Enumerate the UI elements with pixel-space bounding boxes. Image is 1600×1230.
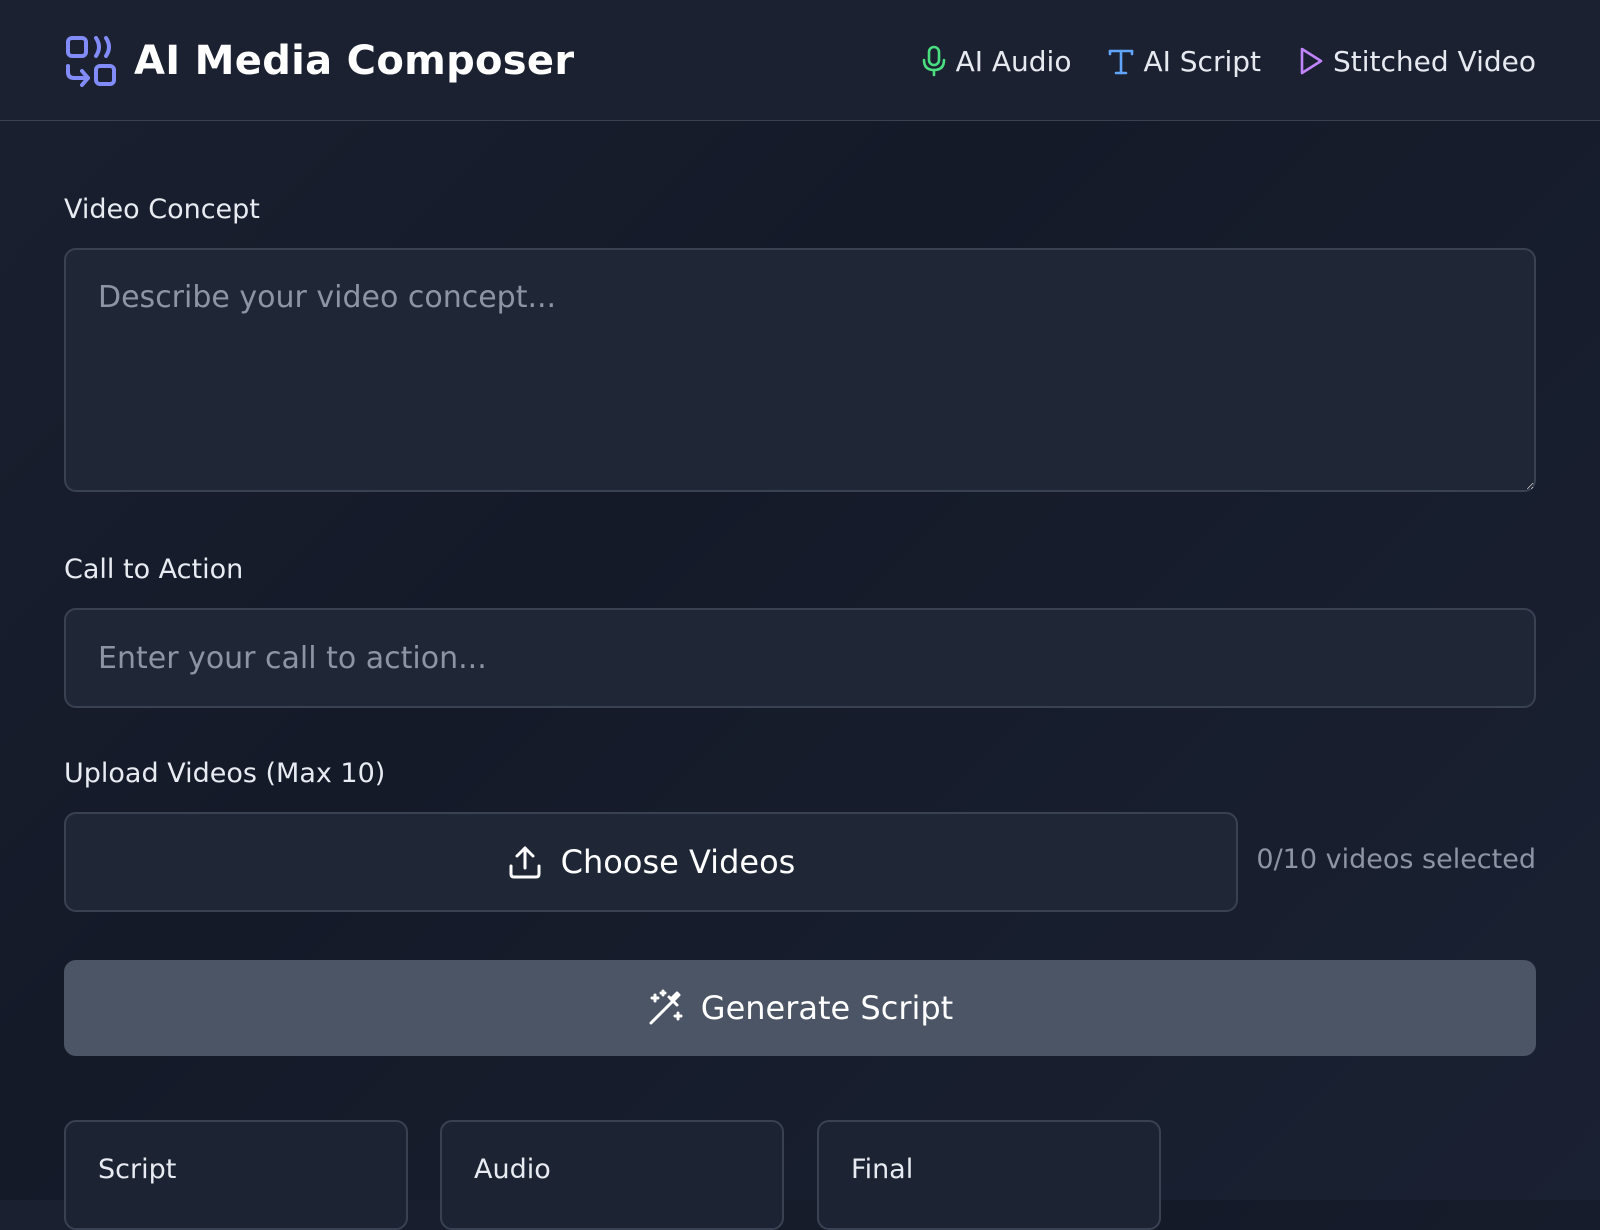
final-card: Final: [817, 1120, 1161, 1230]
upload-icon: [509, 846, 541, 879]
play-icon: [1300, 47, 1323, 75]
choose-videos-button[interactable]: Choose Videos: [64, 812, 1238, 912]
generate-script-button[interactable]: Generate Script: [64, 960, 1536, 1056]
microphone-icon: [922, 45, 945, 77]
video-concept-label: Video Concept: [64, 194, 260, 225]
videos-selected-count: 0/10 videos selected: [1256, 844, 1536, 875]
app-title: AI Media Composer: [134, 38, 575, 84]
final-card-title: Final: [851, 1154, 914, 1185]
top-nav: AI Audio AI Script Stitched Video: [884, 38, 1536, 84]
video-concept-textarea[interactable]: [64, 248, 1536, 492]
nav-ai-script-label: AI Script: [1143, 44, 1261, 78]
call-to-action-input[interactable]: [64, 608, 1536, 708]
call-to-action-label: Call to Action: [64, 554, 244, 585]
upload-videos-label: Upload Videos (Max 10): [64, 758, 386, 789]
brand: AI Media Composer: [64, 34, 574, 88]
script-card: Script: [64, 1120, 408, 1230]
repeat-arrows-icon: [66, 36, 116, 87]
audio-card-title: Audio: [474, 1154, 551, 1185]
script-card-title: Script: [98, 1154, 177, 1185]
audio-card: Audio: [440, 1120, 784, 1230]
choose-videos-label: Choose Videos: [560, 843, 796, 881]
nav-ai-audio-label: AI Audio: [955, 44, 1072, 78]
magic-wand-icon: [649, 989, 683, 1025]
nav-ai-script[interactable]: AI Script: [1107, 45, 1261, 78]
nav-ai-audio[interactable]: AI Audio: [920, 44, 1072, 78]
app-header: AI Media Composer AI Audio AI Script Sti…: [0, 0, 1600, 121]
type-icon: [1109, 49, 1134, 75]
generate-script-label: Generate Script: [700, 989, 954, 1027]
nav-stitched-video-label: Stitched Video: [1333, 44, 1536, 78]
nav-stitched-video[interactable]: Stitched Video: [1297, 45, 1536, 78]
